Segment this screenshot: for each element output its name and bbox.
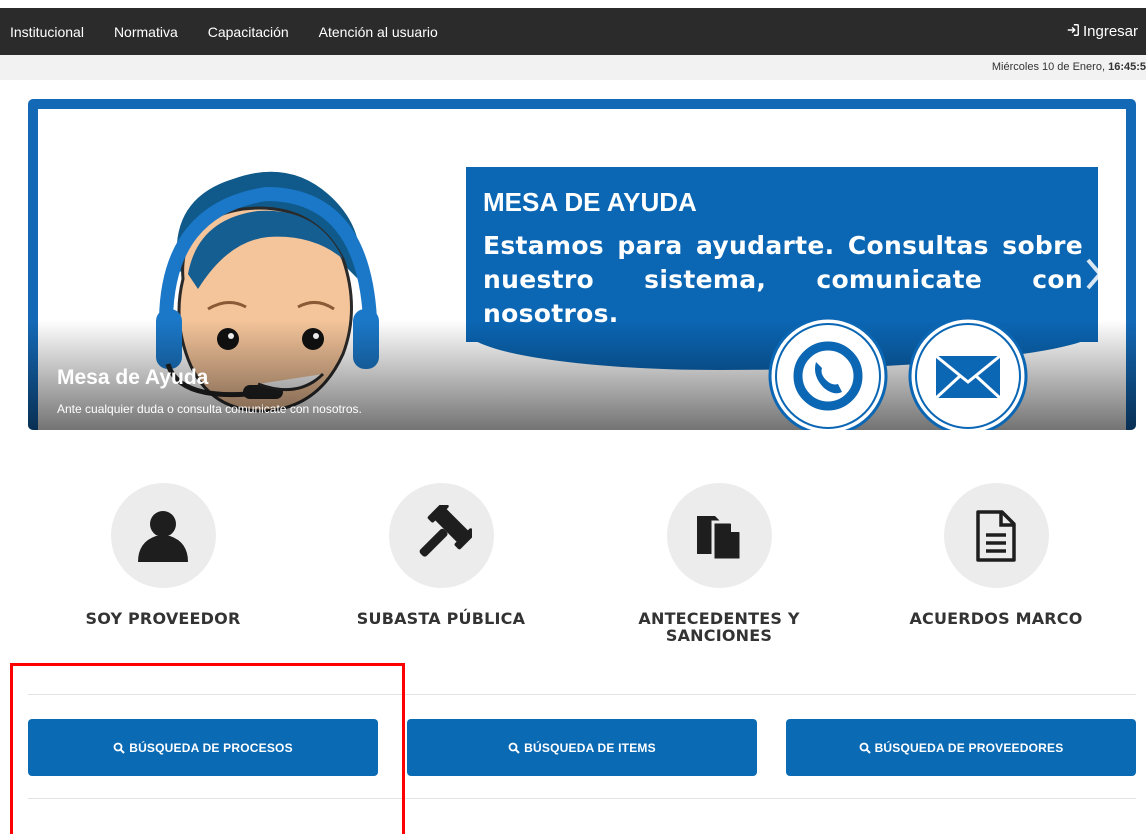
feature-icon-disc[interactable]	[943, 483, 1049, 588]
button-label: BÚSQUEDA DE ITEMS	[524, 740, 656, 755]
feature-acuerdos-marco[interactable]: ACUERDOS MARCO	[866, 483, 1126, 627]
slide-caption-text: Ante cualquier duda o consulta comunicat…	[57, 402, 362, 416]
slide-caption-title: Mesa de Ayuda	[57, 366, 209, 389]
nav-item-atencion-usuario[interactable]: Atención al usuario	[319, 24, 438, 40]
current-date: Miércoles 10 de Enero, 16:45:5	[991, 61, 1146, 73]
feature-label[interactable]: ACUERDOS MARCO	[866, 610, 1126, 627]
search-suppliers-button[interactable]: BÚSQUEDA DE PROVEEDORES	[786, 719, 1136, 776]
feature-label[interactable]: SUBASTA PÚBLICA	[311, 610, 571, 627]
search-icon	[508, 742, 520, 754]
nav-item-capacitacion[interactable]: Capacitación	[208, 24, 289, 40]
feature-label[interactable]: ANTECEDENTES Y SANCIONES	[589, 610, 849, 644]
divider	[28, 694, 1136, 695]
document-icon	[976, 509, 1016, 562]
mail-icon	[908, 316, 1028, 430]
banner-title: MESA DE AYUDA	[483, 187, 697, 217]
search-items-button[interactable]: BÚSQUEDA DE ITEMS	[407, 719, 757, 776]
feature-label[interactable]: SOY PROVEEDOR	[33, 610, 293, 627]
nav-item-institucional[interactable]: Institucional	[10, 24, 84, 40]
login-link[interactable]: Ingresar	[1066, 8, 1138, 55]
chevron-right-icon[interactable]	[1082, 254, 1106, 294]
gavel-icon	[419, 504, 472, 557]
user-icon	[138, 510, 188, 562]
current-time: 16:45:5	[1108, 61, 1146, 73]
feature-icon-disc[interactable]	[666, 483, 772, 588]
button-label: BÚSQUEDA DE PROVEEDORES	[874, 740, 1064, 755]
nav-item-normativa[interactable]: Normativa	[114, 24, 178, 40]
chevron-left-icon[interactable]	[58, 254, 82, 294]
feature-antecedentes-sanciones[interactable]: ANTECEDENTES Y SANCIONES	[589, 483, 849, 644]
documents-icon	[697, 515, 743, 561]
nav-menu: Institucional Normativa Capacitación Ate…	[10, 8, 468, 55]
button-label: BÚSQUEDA DE PROCESOS	[129, 740, 293, 755]
login-label: Ingresar	[1082, 23, 1138, 40]
search-processes-button[interactable]: BÚSQUEDA DE PROCESOS	[28, 719, 378, 776]
top-navbar: Institucional Normativa Capacitación Ate…	[0, 8, 1146, 55]
feature-icon-disc[interactable]	[110, 483, 216, 588]
search-icon	[859, 742, 871, 754]
feature-icon-disc[interactable]	[388, 483, 494, 588]
date-bar: Miércoles 10 de Enero, 16:45:5	[0, 55, 1146, 80]
banner-carousel: MESA DE AYUDA Estamos para ayudarte. Con…	[28, 99, 1136, 430]
feature-soy-proveedor[interactable]: SOY PROVEEDOR	[33, 483, 293, 627]
phone-icon	[768, 316, 888, 430]
divider	[28, 798, 1136, 799]
feature-subasta-publica[interactable]: SUBASTA PÚBLICA	[311, 483, 571, 627]
search-icon	[113, 742, 125, 754]
sign-in-icon	[1066, 23, 1080, 41]
